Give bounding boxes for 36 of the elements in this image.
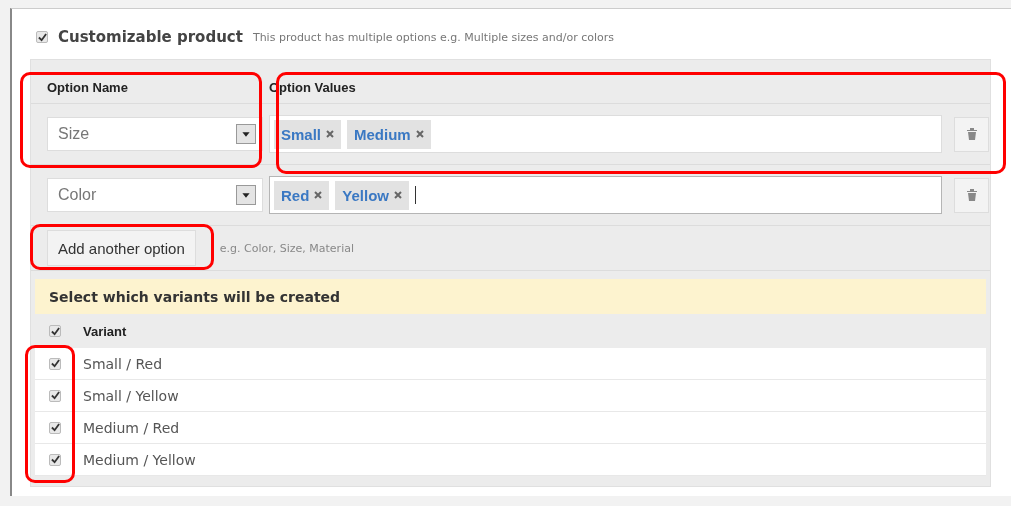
value-tag: Yellow: [335, 180, 410, 210]
caret-icon: [236, 185, 256, 205]
caret-icon: [236, 124, 256, 144]
variant-label: Small / Red: [83, 355, 163, 372]
option-name-select[interactable]: Size: [47, 117, 263, 151]
trash-icon: [966, 128, 977, 140]
value-tag: Red: [274, 180, 330, 210]
value-tag: Medium: [347, 119, 431, 149]
remove-icon[interactable]: [326, 130, 335, 138]
text-cursor: [415, 186, 417, 204]
checkbox[interactable]: [49, 389, 61, 402]
variants-banner: Select which variants will be created: [35, 279, 986, 314]
checkbox[interactable]: [49, 453, 61, 466]
delete-button[interactable]: [954, 116, 989, 152]
add-option-button[interactable]: Add another option: [47, 230, 196, 266]
checkbox[interactable]: [49, 357, 61, 370]
option-name-select[interactable]: Color: [47, 178, 263, 212]
option-values-field[interactable]: Red Yellow: [269, 176, 942, 214]
delete-button[interactable]: [954, 177, 989, 213]
checkbox[interactable]: [49, 421, 61, 434]
value-tag: Small: [274, 119, 342, 149]
option-values-field[interactable]: Small Medium: [269, 115, 942, 153]
checkbox[interactable]: [49, 325, 61, 337]
checkbox[interactable]: [36, 31, 48, 43]
section-title: Customizable product: [58, 28, 243, 46]
remove-icon[interactable]: [394, 191, 403, 199]
trash-icon: [966, 189, 977, 201]
hint-text: e.g. Color, Size, Material: [219, 241, 354, 255]
remove-icon[interactable]: [314, 191, 323, 199]
variant-label: Medium / Red: [83, 419, 180, 436]
remove-icon[interactable]: [415, 130, 424, 138]
column-header: Option Name: [31, 70, 269, 104]
variant-label: Small / Yellow: [83, 387, 179, 404]
column-header: Variant: [83, 323, 127, 339]
hint-text: This product has multiple options e.g. Multiple sizes and/or colors: [252, 30, 615, 44]
variant-label: Medium / Yellow: [83, 451, 196, 468]
